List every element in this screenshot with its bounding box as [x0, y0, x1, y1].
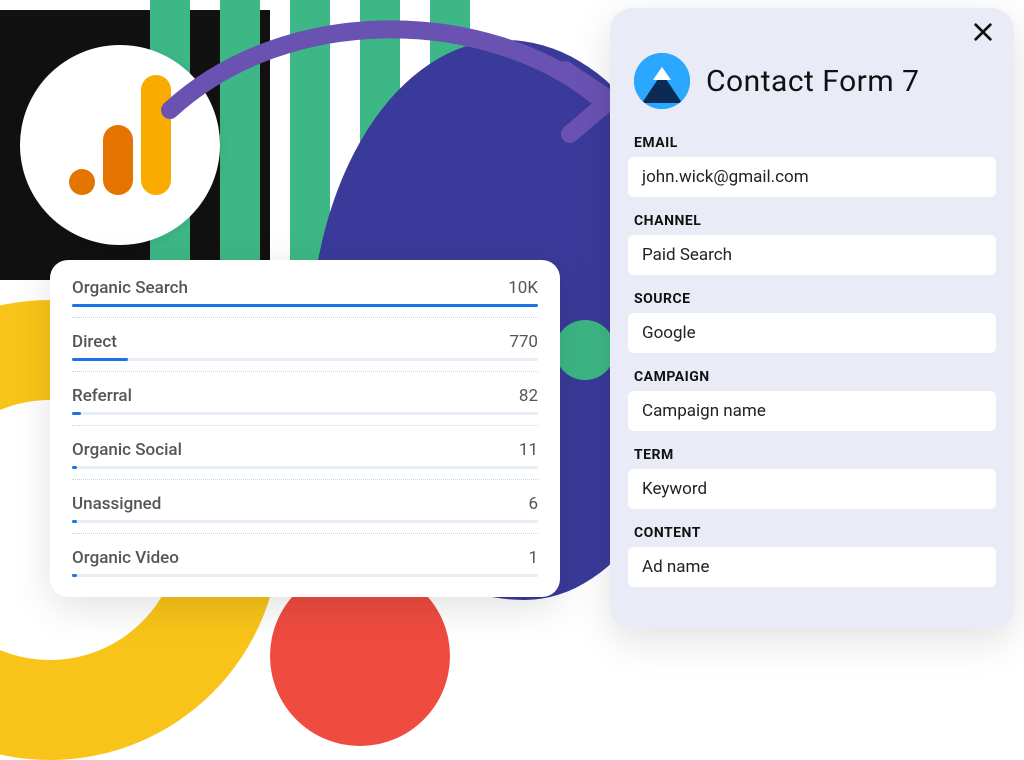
traffic-row: Referral 82 [72, 371, 538, 406]
close-button[interactable] [966, 18, 1000, 52]
traffic-row-bar [72, 466, 538, 469]
source-field[interactable]: Google [628, 313, 996, 353]
form-header: Contact Form 7 [634, 53, 996, 109]
traffic-row-value: 6 [528, 494, 538, 514]
traffic-row-value: 10K [508, 278, 538, 298]
traffic-row-label: Unassigned [72, 494, 161, 514]
term-field[interactable]: Keyword [628, 469, 996, 509]
content-field[interactable]: Ad name [628, 547, 996, 587]
ga-logo-bar-mid [103, 125, 133, 195]
email-field[interactable]: john.wick@gmail.com [628, 157, 996, 197]
campaign-field[interactable]: Campaign name [628, 391, 996, 431]
field-label-email: EMAIL [634, 135, 996, 151]
traffic-row-label: Organic Search [72, 278, 188, 298]
traffic-row-bar [72, 520, 538, 523]
traffic-row-bar [72, 412, 538, 415]
traffic-row-bar [72, 358, 538, 361]
channel-field[interactable]: Paid Search [628, 235, 996, 275]
traffic-row-label: Referral [72, 386, 132, 406]
traffic-row-value: 82 [519, 386, 538, 406]
close-icon [972, 20, 994, 50]
ga-logo-dot [69, 169, 95, 195]
traffic-row: Organic Social 11 [72, 425, 538, 460]
ga-logo-bar-tall [141, 75, 171, 195]
google-analytics-logo [20, 45, 220, 245]
traffic-row-value: 1 [528, 548, 538, 568]
traffic-row-label: Organic Social [72, 440, 182, 460]
traffic-row: Organic Video 1 [72, 533, 538, 568]
field-label-term: TERM [634, 447, 996, 463]
traffic-row-value: 11 [519, 440, 538, 460]
decor-green-dot [555, 320, 615, 380]
contact-form7-logo [634, 53, 690, 109]
traffic-row-label: Direct [72, 332, 117, 352]
traffic-row: Organic Search 10K [72, 274, 538, 298]
form-title: Contact Form 7 [706, 64, 919, 99]
decor-green-bar [220, 0, 260, 280]
traffic-row: Direct 770 [72, 317, 538, 352]
traffic-row-bar [72, 304, 538, 307]
traffic-row-bar [72, 574, 538, 577]
field-label-content: CONTENT [634, 525, 996, 541]
traffic-row-value: 770 [509, 332, 538, 352]
traffic-row: Unassigned 6 [72, 479, 538, 514]
traffic-row-label: Organic Video [72, 548, 179, 568]
field-label-channel: CHANNEL [634, 213, 996, 229]
field-label-campaign: CAMPAIGN [634, 369, 996, 385]
field-label-source: SOURCE [634, 291, 996, 307]
contact-form-panel: Contact Form 7 EMAIL john.wick@gmail.com… [610, 8, 1014, 628]
traffic-sources-card: Organic Search 10K Direct 770 Referral 8… [50, 260, 560, 597]
